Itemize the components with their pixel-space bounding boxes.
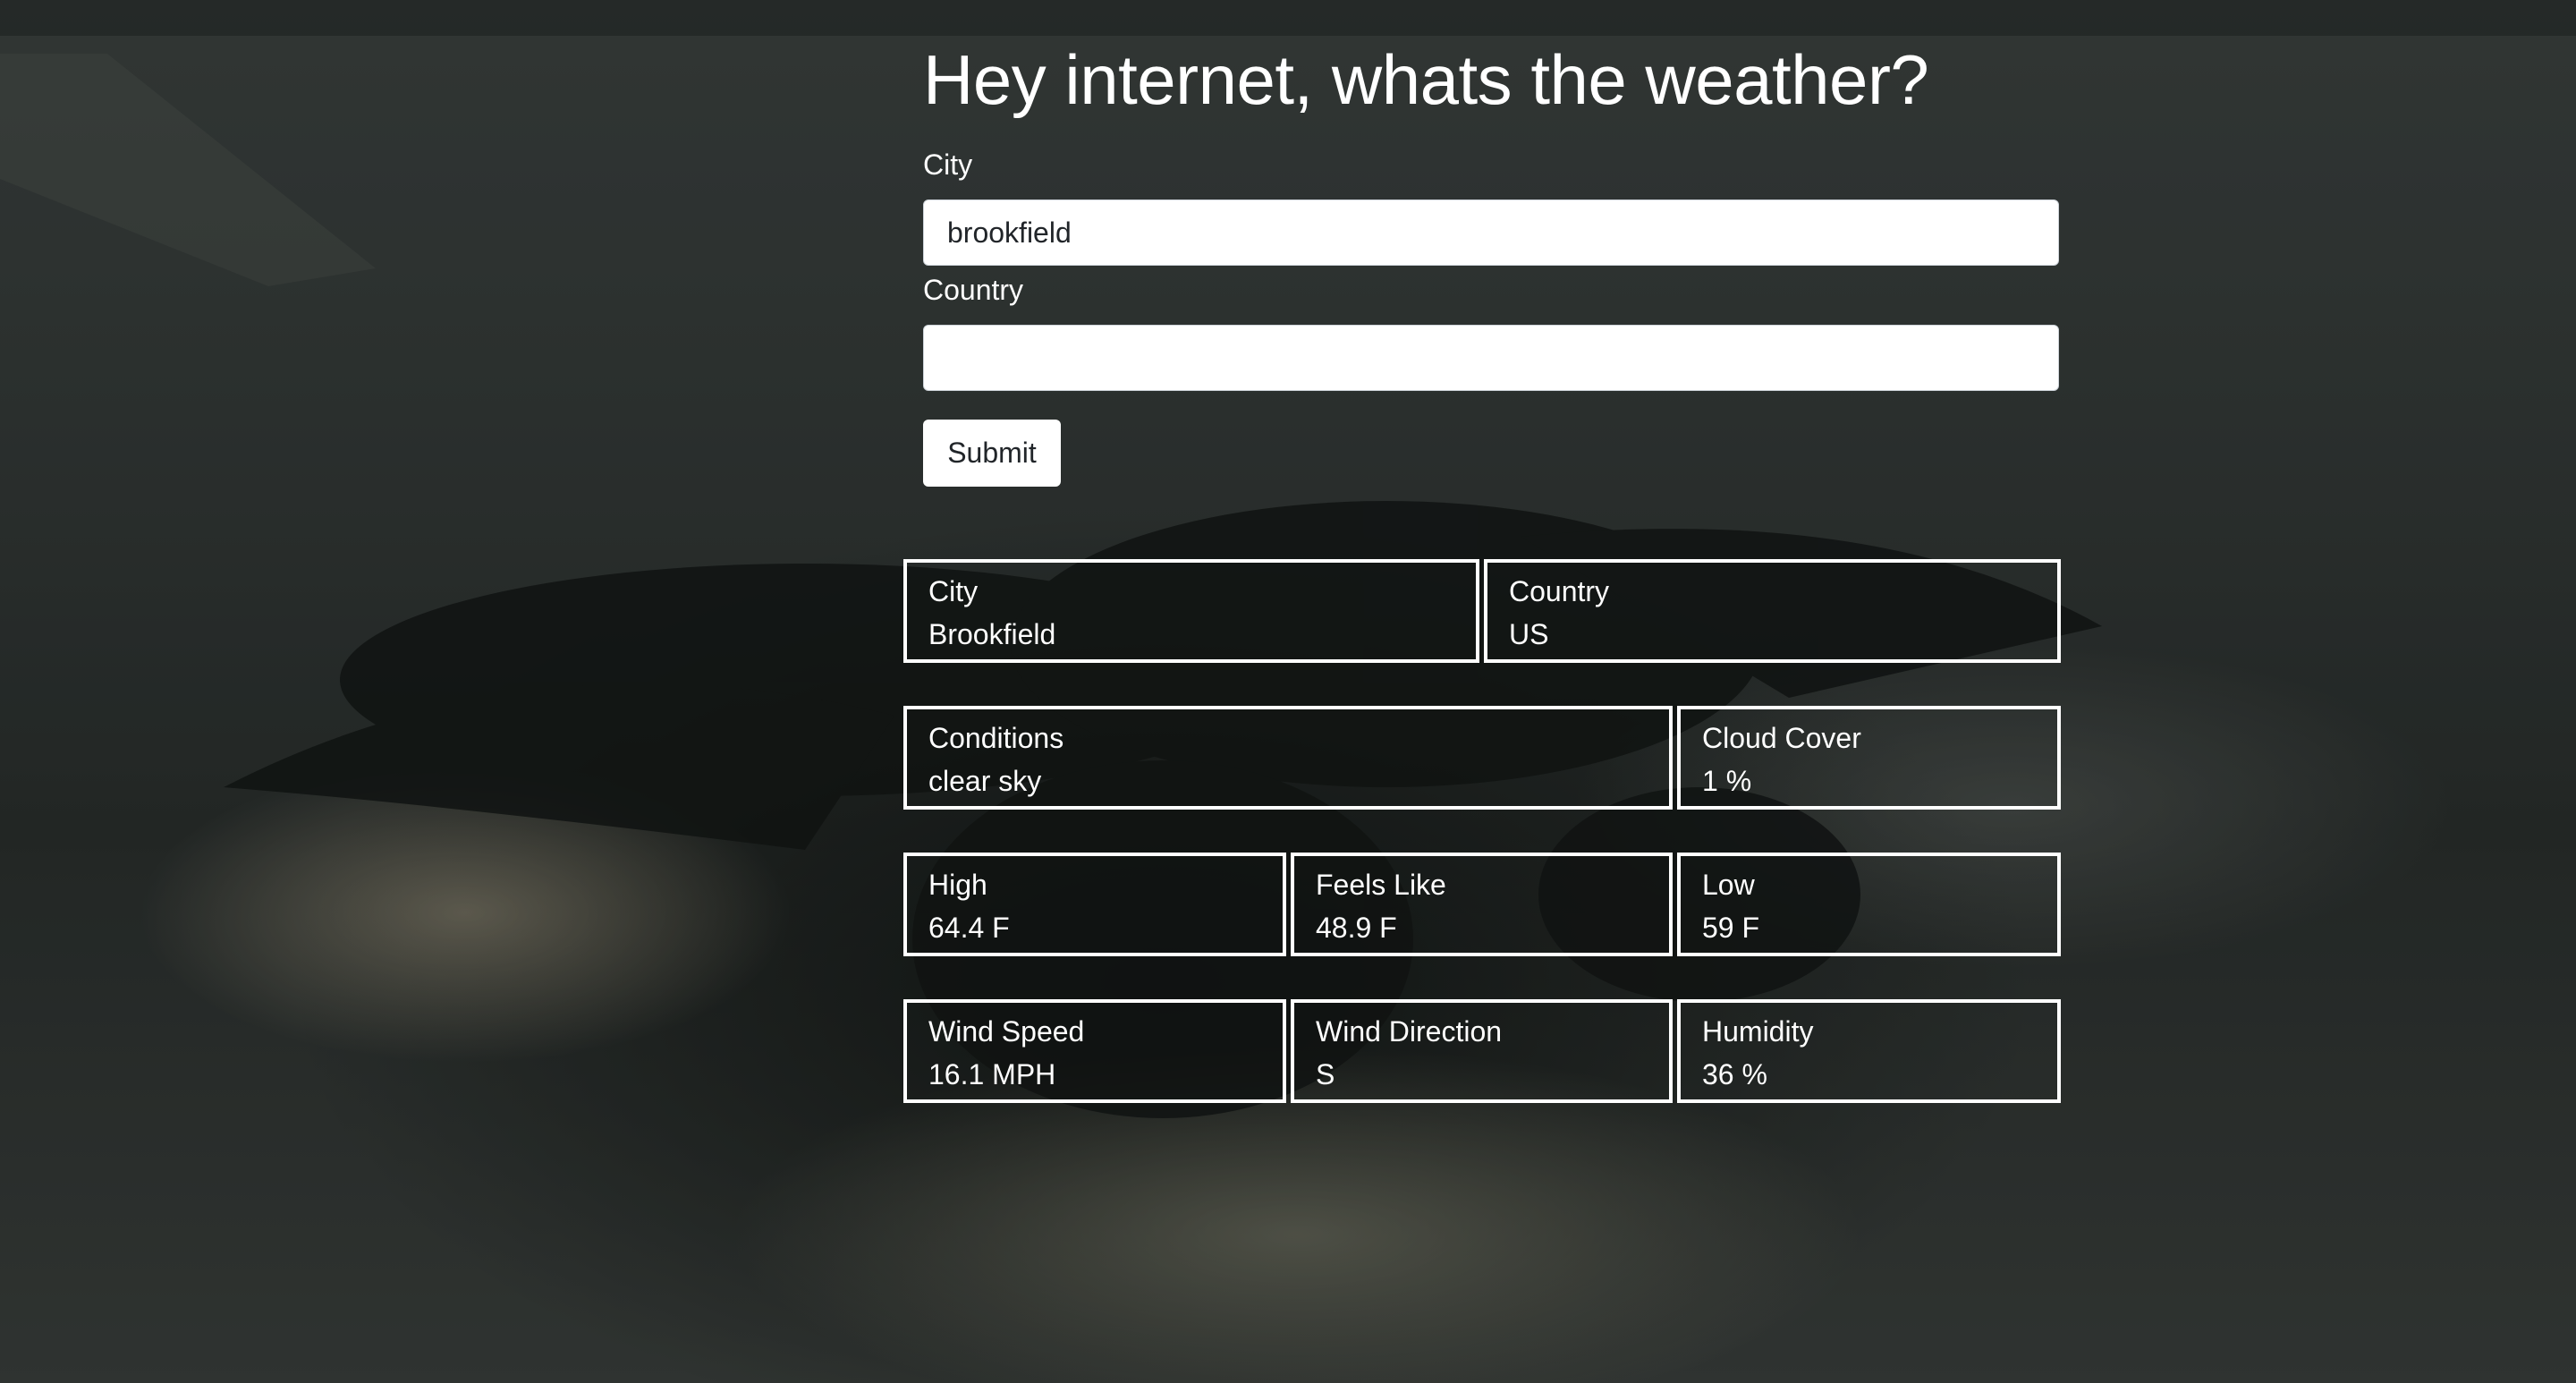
results-row-sky: Conditions clear sky Cloud Cover 1 % [903,706,2061,810]
feels-like-value: 48.9 F [1316,912,1397,944]
wind-direction-value: S [1316,1058,1335,1090]
country-result-cell: Country US [1484,559,2061,663]
submit-button[interactable]: Submit [923,420,1061,487]
page-title: Hey internet, whats the weather? [923,40,1929,119]
wind-speed-value: 16.1 MPH [928,1058,1056,1090]
feels-like-label: Feels Like [1316,869,1446,901]
country-label: Country [923,274,1024,306]
high-cell: High 64.4 F [903,853,1286,956]
conditions-cell: Conditions clear sky [903,706,1673,810]
results-row-location: City Brookfield Country US [903,559,2061,663]
city-result-cell: City Brookfield [903,559,1479,663]
low-label: Low [1702,869,1755,901]
cloud-cover-cell: Cloud Cover 1 % [1677,706,2061,810]
country-input[interactable] [923,325,2059,391]
wind-speed-label: Wind Speed [928,1015,1085,1048]
feels-like-cell: Feels Like 48.9 F [1291,853,1673,956]
country-result-value: US [1509,618,1549,650]
cloud-cover-label: Cloud Cover [1702,722,1861,754]
results-row-wind: Wind Speed 16.1 MPH Wind Direction S Hum… [903,999,2061,1103]
humidity-cell: Humidity 36 % [1677,999,2061,1103]
conditions-value: clear sky [928,765,1042,797]
results-row-temperature: High 64.4 F Feels Like 48.9 F Low 59 F [903,853,2061,956]
wind-speed-cell: Wind Speed 16.1 MPH [903,999,1286,1103]
high-value: 64.4 F [928,912,1010,944]
city-label: City [923,148,973,181]
humidity-label: Humidity [1702,1015,1814,1048]
conditions-label: Conditions [928,722,1064,754]
cloud-cover-value: 1 % [1702,765,1752,797]
city-result-value: Brookfield [928,618,1056,650]
humidity-value: 36 % [1702,1058,1767,1090]
city-input[interactable] [923,199,2059,266]
high-label: High [928,869,987,901]
city-result-label: City [928,575,979,607]
low-cell: Low 59 F [1677,853,2061,956]
country-result-label: Country [1509,575,1610,607]
wind-direction-label: Wind Direction [1316,1015,1503,1048]
low-value: 59 F [1702,912,1760,944]
wind-direction-cell: Wind Direction S [1291,999,1673,1103]
